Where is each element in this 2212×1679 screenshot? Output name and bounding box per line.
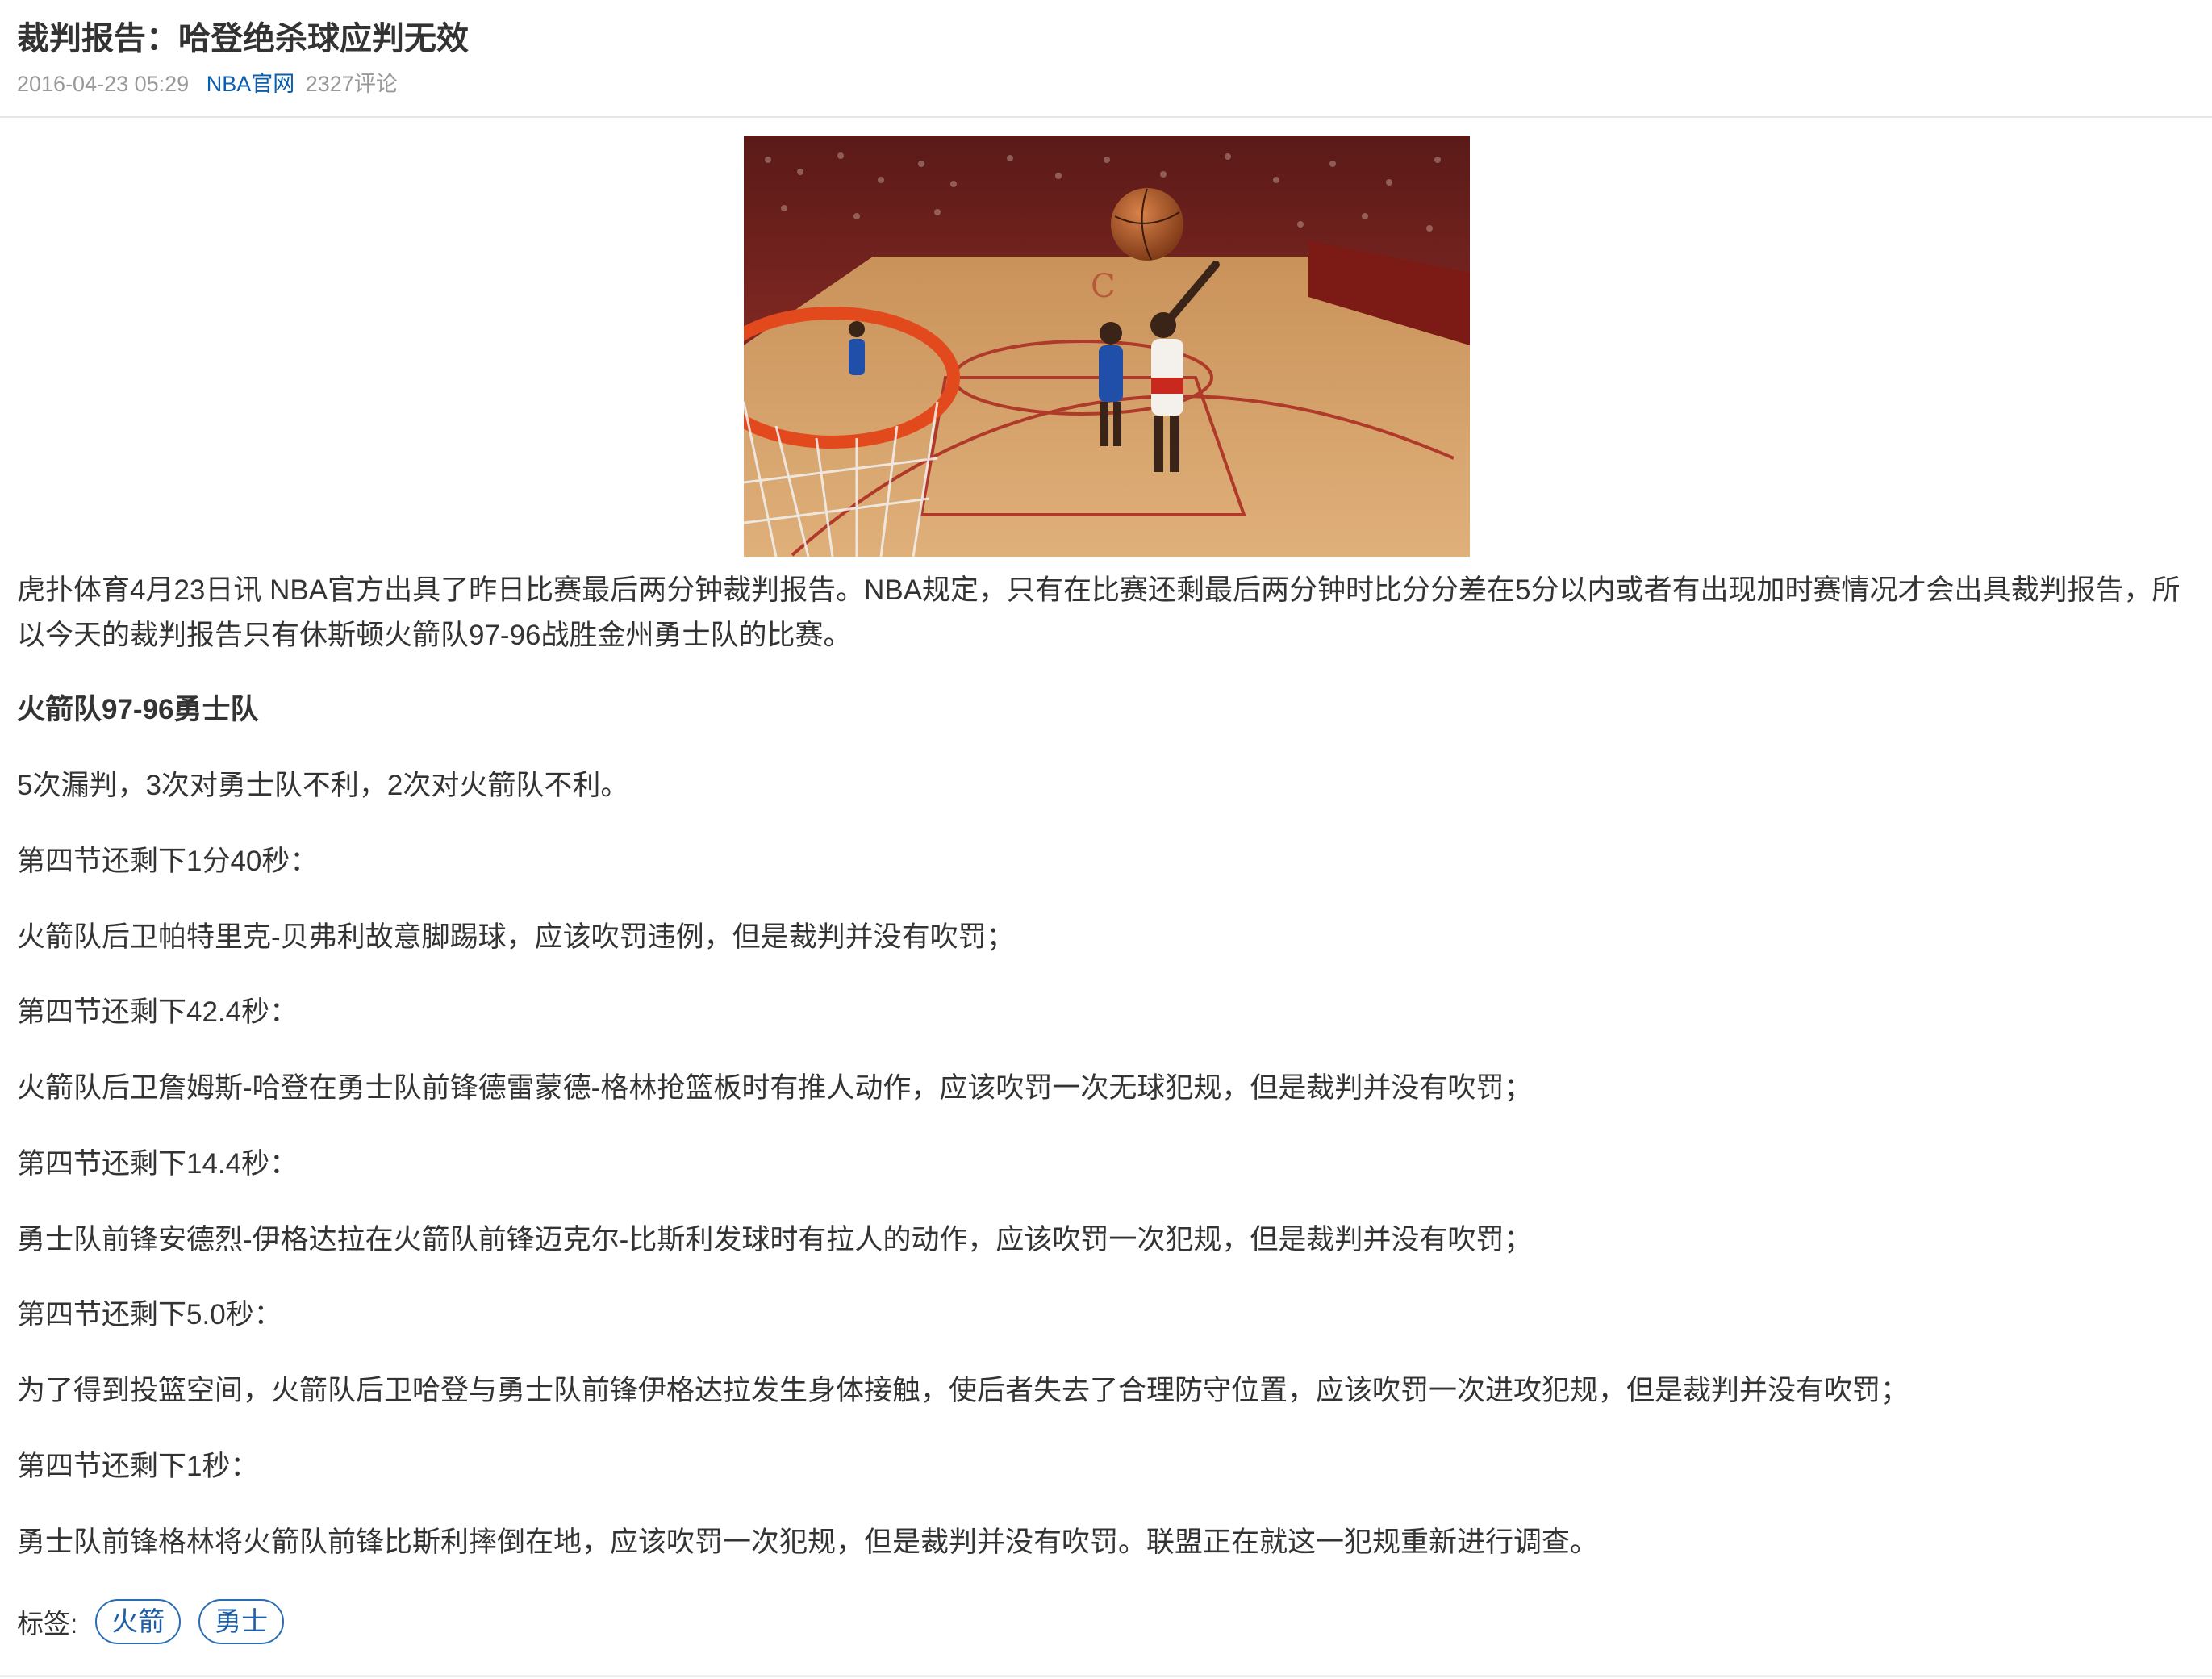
publish-date: 2016-04-23 05:29: [17, 72, 190, 96]
timestamp-1: 第四节还剩下1分40秒：: [17, 846, 319, 877]
summary-paragraph: 5次漏判，3次对勇士队不利，2次对火箭队不利。: [17, 770, 629, 801]
timestamp-4: 第四节还剩下5.0秒：: [17, 1299, 282, 1330]
timestamp-5: 第四节还剩下1秒：: [17, 1451, 259, 1482]
tag-warriors[interactable]: 勇士: [198, 1599, 285, 1644]
intro-paragraph: 虎扑体育4月23日讯 NBA官方出具了昨日比赛最后两分钟裁判报告。NBA规定，只…: [17, 574, 2181, 651]
timestamp-3: 第四节还剩下14.4秒：: [17, 1148, 298, 1180]
source-link[interactable]: NBA官网: [207, 72, 295, 96]
tags-label: 标签:: [17, 1609, 78, 1639]
call-detail-5: 勇士队前锋格林将火箭队前锋比斯利摔倒在地，应该吹罚一次犯规，但是裁判并没有吹罚。…: [17, 1527, 1599, 1558]
comment-count[interactable]: 2327评论: [306, 72, 398, 96]
bottom-divider: [0, 1675, 2212, 1677]
call-detail-1: 火箭队后卫帕特里克-贝弗利故意脚踢球，应该吹罚违例，但是裁判并没有吹罚；: [17, 921, 1015, 953]
article-photo: C: [744, 136, 1470, 557]
call-detail-3: 勇士队前锋安德烈-伊格达拉在火箭队前锋迈克尔-比斯利发球时有拉人的动作，应该吹罚…: [17, 1224, 1533, 1255]
game-heading: 火箭队97-96勇士队: [17, 694, 259, 725]
article-title: 裁判报告：哈登绝杀球应判无效: [17, 21, 469, 56]
tag-rockets[interactable]: 火箭: [95, 1599, 182, 1644]
timestamp-2: 第四节还剩下42.4秒：: [17, 996, 298, 1028]
tag-bar: 标签: 火箭 勇士: [17, 1598, 285, 1646]
svg-text:C: C: [1091, 268, 1116, 305]
article-meta: 2016-04-23 05:29 NBA官网 2327评论: [17, 68, 398, 100]
call-detail-4: 为了得到投篮空间，火箭队后卫哈登与勇士队前锋伊格达拉发生身体接触，使后者失去了合…: [17, 1375, 1909, 1406]
article-header: 裁判报告：哈登绝杀球应判无效 2016-04-23 05:29 NBA官网 23…: [0, 0, 2212, 118]
call-detail-2: 火箭队后卫詹姆斯-哈登在勇士队前锋德雷蒙德-格林抢篮板时有推人动作，应该吹罚一次…: [17, 1072, 1533, 1104]
